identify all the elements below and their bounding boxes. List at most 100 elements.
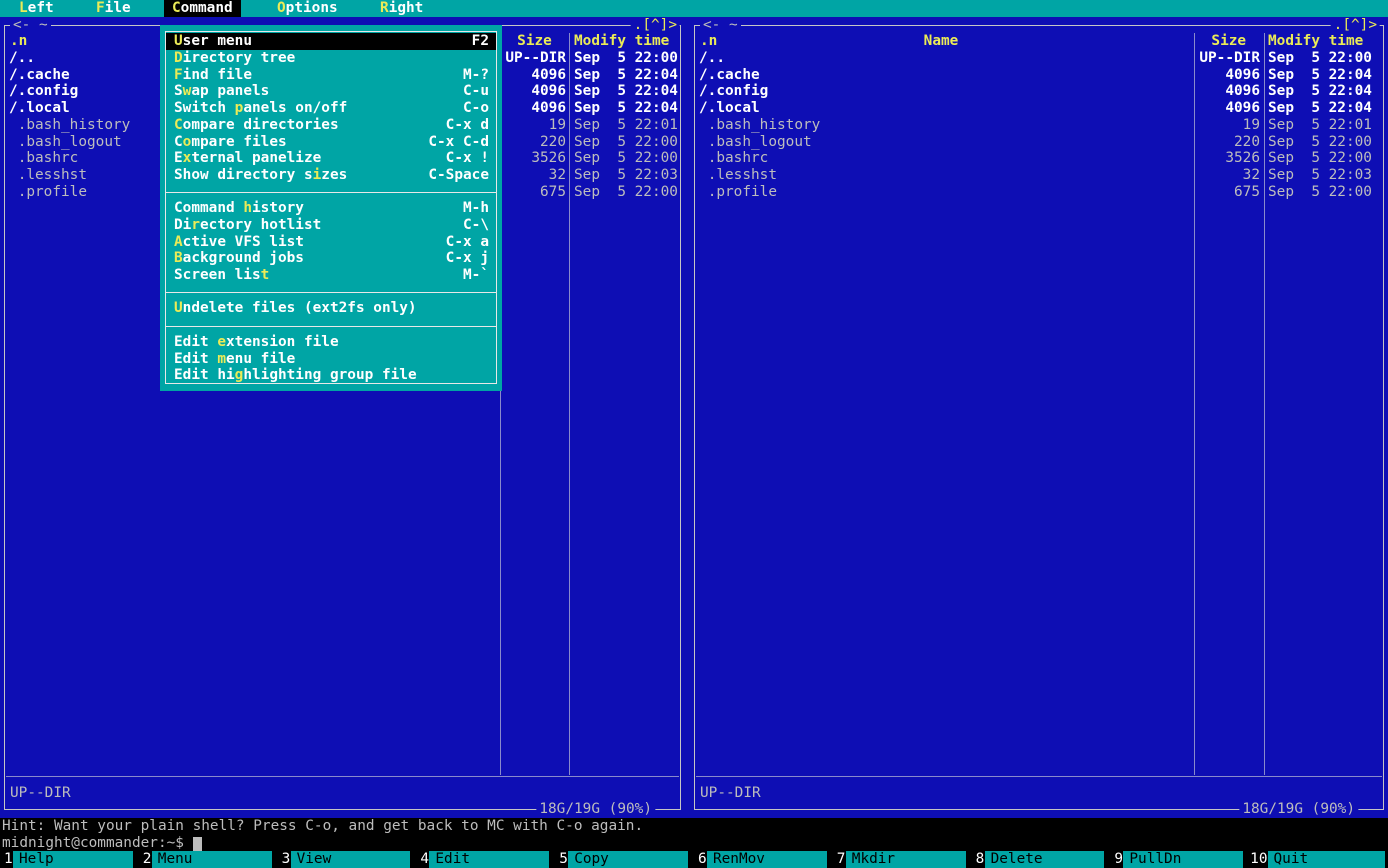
menu-item-compare-directories[interactable]: Compare directories C-x d: [166, 117, 496, 134]
menu-item-shortcut: C-x d: [438, 117, 489, 134]
file-mtime: Sep 5 22:04: [574, 67, 678, 84]
menu-item-shortcut: F2: [464, 33, 489, 50]
file-row[interactable]: /.local4096Sep 5 22:04: [696, 100, 1382, 117]
fkey-2-menu[interactable]: 2Menu: [139, 851, 278, 868]
fkey-4-edit[interactable]: 4Edit: [416, 851, 555, 868]
right-panel-header-mtime[interactable]: Modify time: [1268, 33, 1363, 50]
fkey-5-copy[interactable]: 5Copy: [555, 851, 694, 868]
right-panel-path[interactable]: <- ~: [700, 17, 741, 34]
file-size: 32: [1243, 167, 1260, 184]
file-row[interactable]: .lesshst32Sep 5 22:03: [696, 167, 1382, 184]
menu-item-label: Compare directories: [174, 117, 339, 134]
file-size: 32: [549, 167, 566, 184]
hotkey-letter: U: [174, 33, 183, 49]
file-row[interactable]: /.cache4096Sep 5 22:04: [696, 67, 1382, 84]
menu-item-label: Screen list: [174, 267, 269, 284]
file-mtime: Sep 5 22:01: [1268, 117, 1372, 134]
menu-item-label: Edit extension file: [174, 334, 339, 351]
file-mtime: Sep 5 22:01: [574, 117, 678, 134]
right-panel-header-size[interactable]: Size: [1211, 33, 1246, 50]
fkey-10-quit[interactable]: 10Quit: [1249, 851, 1388, 868]
file-size: 4096: [531, 100, 566, 117]
file-row[interactable]: .bashrc3526Sep 5 22:00: [696, 150, 1382, 167]
menu-item-directory-tree[interactable]: Directory tree: [166, 50, 496, 67]
menubar-item-right[interactable]: Right: [372, 0, 431, 17]
left-panel-header-size[interactable]: Size: [517, 33, 552, 50]
menu-item-compare-files[interactable]: Compare filesC-x C-d: [166, 134, 496, 151]
right-panel-panel-buttons[interactable]: .[^]>: [1331, 17, 1380, 34]
menu-item-edit-menu-file[interactable]: Edit menu file: [166, 351, 496, 368]
fkey-number: 9: [1110, 851, 1123, 868]
fkey-7-mkdir[interactable]: 7Mkdir: [833, 851, 972, 868]
right-panel-mini-status: UP--DIR: [700, 785, 761, 802]
menu-item-user-menu[interactable]: User menu F2: [166, 33, 496, 50]
file-mtime: Sep 5 22:00: [1268, 184, 1372, 201]
menu-item-undelete-files-ext2fs-only[interactable]: Undelete files (ext2fs only): [166, 300, 496, 317]
left-panel-header-mtime[interactable]: Modify time: [574, 33, 669, 50]
menu-item-screen-list[interactable]: Screen listM-`: [166, 267, 496, 284]
menu-item-external-panelize[interactable]: External panelizeC-x !: [166, 150, 496, 167]
menu-item-switch-panels-on-off[interactable]: Switch panels on/offC-o: [166, 100, 496, 117]
file-size: 675: [540, 184, 566, 201]
file-mtime: Sep 5 22:04: [1268, 100, 1372, 117]
file-mtime: Sep 5 22:00: [574, 134, 678, 151]
left-panel-panel-buttons[interactable]: .[^]>: [631, 17, 680, 34]
file-size: UP--DIR: [505, 50, 566, 67]
file-row[interactable]: .profile675Sep 5 22:00: [696, 184, 1382, 201]
hotkey-letter: L: [19, 0, 28, 16]
fkey-label: Delete: [985, 851, 1105, 868]
file-size: 19: [1243, 117, 1260, 134]
menu-item-find-file[interactable]: Find fileM-?: [166, 67, 496, 84]
right-panel-ministatus-separator: [696, 776, 1382, 777]
fkey-6-renmov[interactable]: 6RenMov: [694, 851, 833, 868]
menu-item-active-vfs-list[interactable]: Active VFS listC-x a: [166, 234, 496, 251]
menu-item-label: Edit menu file: [174, 351, 295, 368]
menu-item-swap-panels[interactable]: Swap panelsC-u: [166, 83, 496, 100]
fkey-number: 5: [555, 851, 568, 868]
file-mtime: Sep 5 22:04: [574, 100, 678, 117]
file-size: 220: [540, 134, 566, 151]
menu-item-directory-hotlist[interactable]: Directory hotlistC-\: [166, 217, 496, 234]
right-panel-disk-usage: 18G/19G (90%): [1239, 801, 1358, 818]
fkey-8-delete[interactable]: 8Delete: [972, 851, 1111, 868]
menu-item-edit-extension-file[interactable]: Edit extension file: [166, 334, 496, 351]
menu-item-shortcut: C-u: [455, 83, 489, 100]
menubar-item-file[interactable]: File: [88, 0, 139, 17]
right-panel-sort-indicator[interactable]: .n: [700, 33, 717, 50]
left-panel-path[interactable]: <- ~: [10, 17, 51, 34]
left-panel-mini-status: UP--DIR: [10, 785, 71, 802]
right-panel-header-name[interactable]: Name: [924, 33, 959, 50]
fkey-3-view[interactable]: 3View: [278, 851, 417, 868]
file-row[interactable]: /.config4096Sep 5 22:04: [696, 83, 1382, 100]
menu-item-background-jobs[interactable]: Background jobsC-x j: [166, 250, 496, 267]
menu-item-shortcut: M-h: [455, 200, 489, 217]
file-size: UP--DIR: [1199, 50, 1260, 67]
file-size: 19: [549, 117, 566, 134]
file-name: /.config: [699, 83, 768, 100]
text-cursor: [193, 837, 202, 851]
menubar-item-options[interactable]: Options: [269, 0, 346, 17]
menu-item-show-directory-sizes[interactable]: Show directory sizesC-Space: [166, 167, 496, 184]
menu-item-label: Switch panels on/off: [174, 100, 347, 117]
file-mtime: Sep 5 22:00: [574, 150, 678, 167]
menu-item-shortcut: [481, 50, 489, 67]
left-panel-sort-indicator[interactable]: .n: [10, 33, 27, 50]
file-row[interactable]: .bash_history19Sep 5 22:01: [696, 117, 1382, 134]
menubar-item-command[interactable]: Command: [164, 0, 241, 17]
menu-item-edit-highlighting-group-file[interactable]: Edit highlighting group file: [166, 367, 496, 384]
file-size: 4096: [531, 83, 566, 100]
file-size: 4096: [531, 67, 566, 84]
menubar-item-left[interactable]: Left: [11, 0, 62, 17]
file-row[interactable]: .bash_logout220Sep 5 22:00: [696, 134, 1382, 151]
menu-item-label: User menu: [174, 33, 252, 50]
file-name: /..: [699, 50, 725, 67]
shell-prompt-line[interactable]: midnight@commander:~$: [2, 835, 184, 852]
menu-group-separator: [165, 192, 497, 193]
file-row[interactable]: /..UP--DIRSep 5 22:00: [696, 50, 1382, 67]
fkey-9-pulldn[interactable]: 9PullDn: [1110, 851, 1249, 868]
file-mtime: Sep 5 22:00: [1268, 150, 1372, 167]
menu-item-command-history[interactable]: Command historyM-h: [166, 200, 496, 217]
hotkey-letter: g: [235, 367, 244, 383]
fkey-1-help[interactable]: 1Help: [0, 851, 139, 868]
file-size: 675: [1234, 184, 1260, 201]
